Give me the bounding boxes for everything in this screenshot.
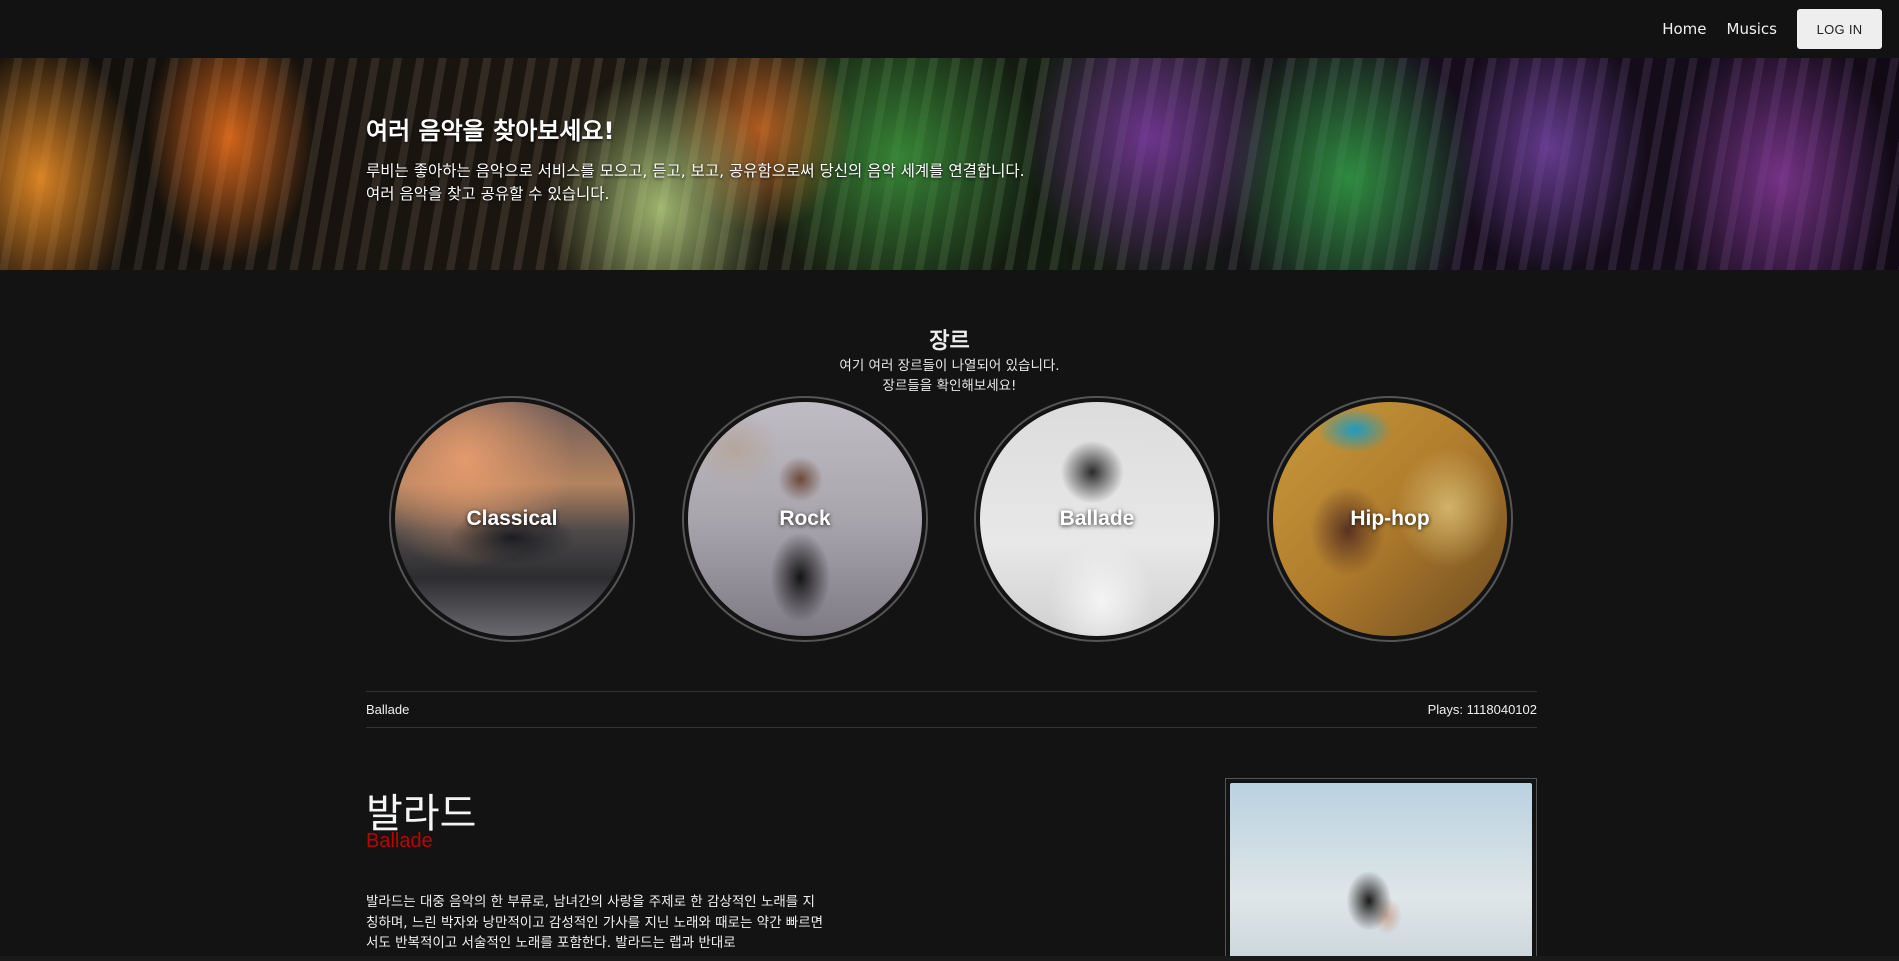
genre-image-hiphop: Hip-hop (1273, 402, 1507, 636)
genre-image-classical: Classical (395, 402, 629, 636)
genre-sub-line: 여기 여러 장르들이 나열되어 있습니다. (839, 358, 1060, 374)
genre-card-ballade[interactable]: Ballade (974, 396, 1220, 642)
hero-desc-line: 여러 음악을 찾고 공유할 수 있습니다. (366, 185, 610, 203)
artist-photo-image (1230, 783, 1532, 961)
hero-description: 루비는 좋아하는 음악으로 서비스를 모으고, 듣고, 보고, 공유함으로써 당… (366, 160, 1025, 206)
detail-description: 발라드는 대중 음악의 한 부류로, 남녀간의 사랑을 주제로 한 감상적인 노… (366, 894, 824, 951)
top-navbar: Home Musics LOG IN (0, 0, 1899, 58)
login-button[interactable]: LOG IN (1797, 9, 1882, 49)
genre-image-rock: Rock (688, 402, 922, 636)
genre-section-subtitle: 여기 여러 장르들이 나열되어 있습니다. 장르들을 확인해보세요! (0, 356, 1899, 396)
plays-count: Plays: 1118040102 (1427, 702, 1537, 717)
selected-genre-bar: Ballade Plays: 1118040102 (366, 691, 1537, 728)
hero-desc-line: 루비는 좋아하는 음악으로 서비스를 모으고, 듣고, 보고, 공유함으로써 당… (366, 162, 1025, 180)
nav-musics-link[interactable]: Musics (1727, 20, 1778, 38)
genre-label: Rock (779, 507, 831, 530)
hero-banner: 여러 음악을 찾아보세요! 루비는 좋아하는 음악으로 서비스를 모으고, 듣고… (0, 58, 1899, 270)
selected-genre-name: Ballade (366, 702, 410, 717)
page-bottom-edge (0, 956, 1899, 961)
genre-label: Ballade (1059, 507, 1135, 530)
hero-title: 여러 음악을 찾아보세요! (366, 117, 615, 145)
genre-label: Classical (466, 507, 558, 530)
genre-sub-line: 장르들을 확인해보세요! (882, 378, 1017, 394)
genre-card-hiphop[interactable]: Hip-hop (1267, 396, 1513, 642)
genre-section-title: 장르 (929, 329, 970, 354)
detail-subtitle: Ballade (366, 830, 433, 852)
genre-label: Hip-hop (1350, 507, 1430, 530)
artist-photo (1225, 778, 1537, 961)
genre-card-classical[interactable]: Classical (389, 396, 635, 642)
genre-image-ballade: Ballade (980, 402, 1214, 636)
genre-card-rock[interactable]: Rock (682, 396, 928, 642)
nav-home-link[interactable]: Home (1662, 20, 1706, 38)
